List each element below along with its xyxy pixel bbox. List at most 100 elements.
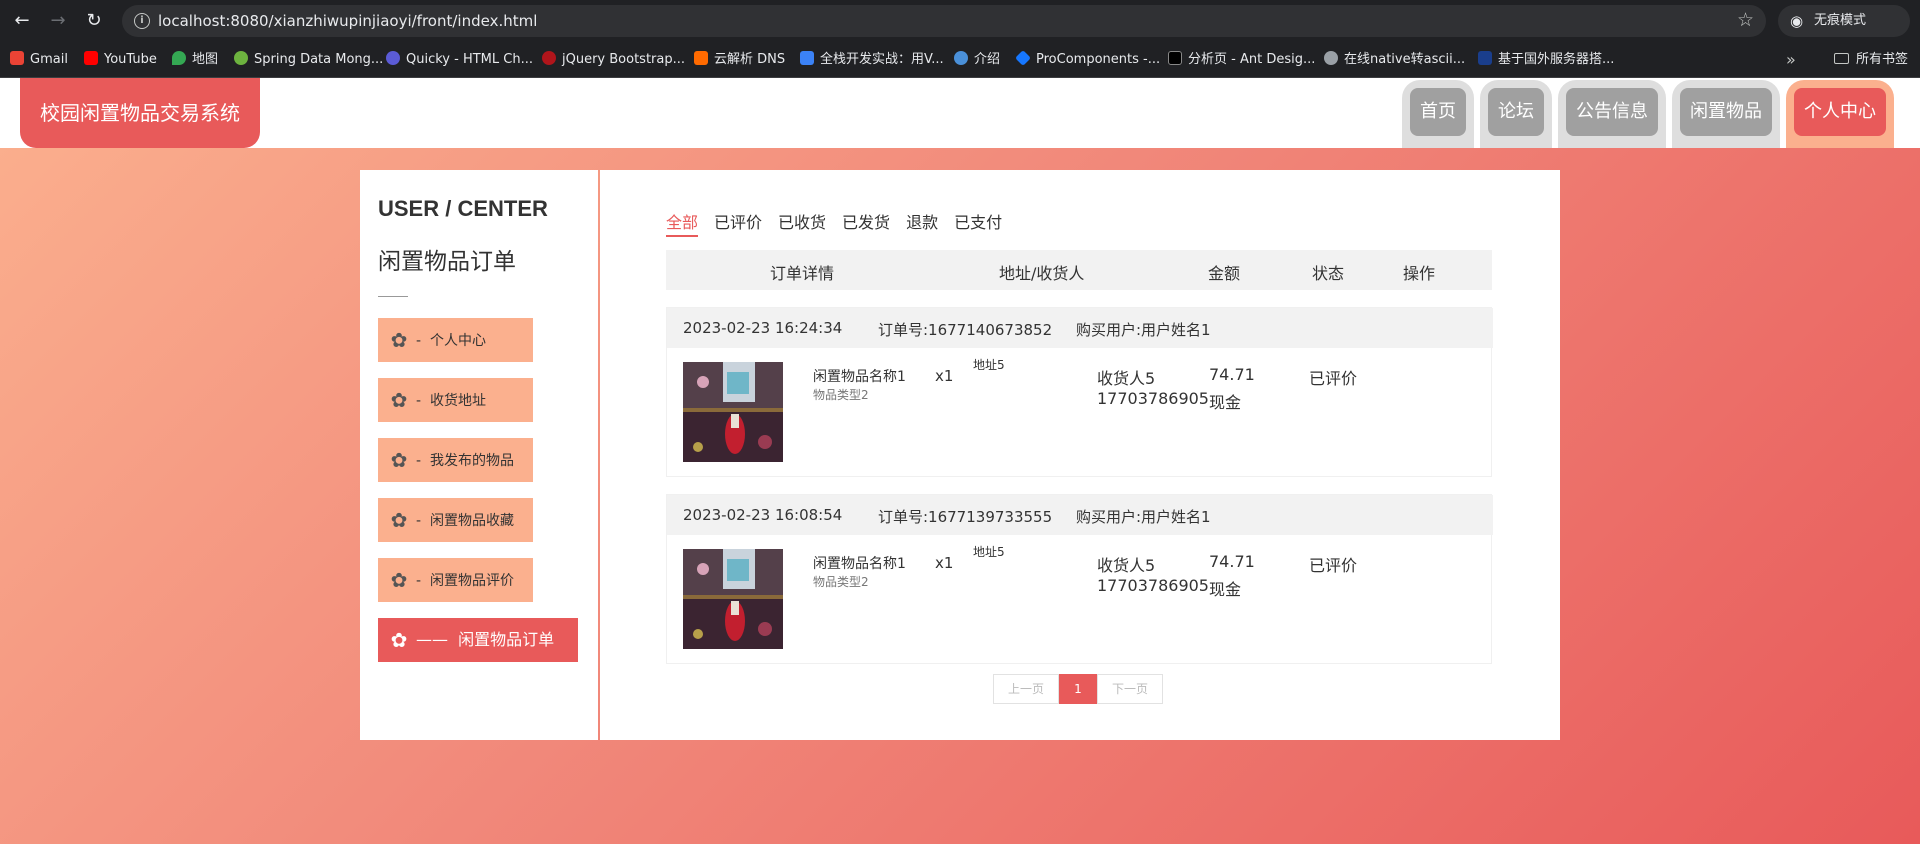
top-nav: 首页 论坛 公告信息 闲置物品 个人中心: [1396, 80, 1894, 148]
col-actions: 操作: [1403, 264, 1436, 283]
bookmark-maps[interactable]: 地图: [172, 50, 218, 70]
pro-icon: [1168, 51, 1182, 65]
bookmark-spring[interactable]: Spring Data Mong...: [234, 50, 383, 70]
sidebar-item-favorites[interactable]: ✿ - 闲置物品收藏: [378, 498, 533, 542]
flame-icon: ✿: [390, 328, 408, 352]
order-card: 2023-02-23 16:08:54 订单号:1677139733555 购买…: [666, 494, 1493, 664]
receiver-name: 收货人5: [1097, 556, 1156, 575]
tab-received[interactable]: 已收货: [778, 209, 826, 237]
sidebar-item-reviews[interactable]: ✿ - 闲置物品评价: [378, 558, 533, 602]
nav-notices[interactable]: 公告信息: [1558, 80, 1666, 148]
sidebar-item-address[interactable]: ✿ - 收货地址: [378, 378, 533, 422]
bookmark-procomponents[interactable]: ProComponents -...: [1015, 50, 1160, 70]
map-pin-icon: [172, 51, 186, 65]
more-bookmarks-icon[interactable]: »: [1786, 50, 1796, 69]
sidebar-menu: ✿ - 个人中心 ✿ - 收货地址 ✿ - 我发布的物品 ✿ - 闲置物品收藏 ✿ - 闲…: [378, 318, 578, 678]
tab-paid[interactable]: 已支付: [954, 209, 1002, 237]
col-address: 地址/收货人: [999, 264, 1085, 283]
order-number: 订单号:1677140673852: [878, 321, 1053, 339]
item-thumbnail[interactable]: [683, 362, 783, 462]
next-page-button[interactable]: 下一页: [1097, 674, 1163, 704]
sidebar-heading-en: USER / CENTER: [378, 196, 548, 221]
item-name[interactable]: 闲置物品名称1: [813, 553, 906, 573]
orders-panel: 全部 已评价 已收货 已发货 退款 已支付 订单详情 地址/收货人 金额 状态 …: [600, 170, 1560, 740]
sidebar-item-my-items[interactable]: ✿ - 我发布的物品: [378, 438, 533, 482]
site-logo-title[interactable]: 校园闲置物品交易系统: [20, 78, 260, 148]
nav-idle-items[interactable]: 闲置物品: [1672, 80, 1780, 148]
prev-page-button[interactable]: 上一页: [993, 674, 1059, 704]
payment-method: 现金: [1209, 580, 1242, 599]
bookmark-native[interactable]: 在线native转ascii...: [1324, 50, 1465, 70]
order-number: 订单号:1677139733555: [878, 508, 1053, 526]
incognito-label: 无痕模式: [1814, 13, 1867, 28]
item-name[interactable]: 闲置物品名称1: [813, 366, 906, 386]
bookmark-analysis[interactable]: 分析页 - Ant Desig...: [1168, 50, 1315, 70]
incognito-indicator[interactable]: ◉ 无痕模式: [1778, 5, 1910, 37]
page-1-button[interactable]: 1: [1059, 674, 1097, 704]
receiver-name: 收货人5: [1097, 369, 1156, 388]
bookmark-dns[interactable]: 云解析 DNS: [694, 50, 785, 70]
item-type: 物品类型2: [813, 388, 869, 402]
bookmark-jquery[interactable]: jQuery Bootstrap...: [542, 50, 685, 70]
folder-icon: [1834, 53, 1849, 64]
receiver-phone: 17703786905: [1097, 389, 1209, 408]
nav-home[interactable]: 首页: [1402, 80, 1474, 148]
order-buyer: 购买用户:用户姓名1: [1076, 321, 1211, 339]
col-status: 状态: [1312, 264, 1345, 283]
col-order-details: 订单详情: [770, 264, 835, 283]
order-status: 已评价: [1309, 556, 1358, 575]
browser-toolbar: ← → ↻ i localhost:8080/xianzhiwupinjiaoy…: [0, 0, 1920, 42]
nav-user-center[interactable]: 个人中心: [1786, 80, 1894, 148]
flame-icon: ✿: [390, 508, 408, 532]
tab-shipped[interactable]: 已发货: [842, 209, 890, 237]
sidebar-item-profile[interactable]: ✿ - 个人中心: [378, 318, 533, 362]
order-amount: 74.71: [1209, 365, 1255, 384]
tab-refund[interactable]: 退款: [906, 209, 938, 237]
tab-all[interactable]: 全部: [666, 209, 699, 237]
site-info-icon[interactable]: i: [134, 13, 150, 29]
page-background: 校园闲置物品交易系统 首页 论坛 公告信息 闲置物品 个人中心 USER / C…: [0, 78, 1920, 844]
sidebar-heading-cn: 闲置物品订单: [378, 249, 516, 275]
procomponents-icon: [1015, 50, 1031, 66]
payment-method: 现金: [1209, 393, 1242, 412]
tab-reviewed[interactable]: 已评价: [714, 209, 762, 237]
bookmark-intro[interactable]: 介绍: [954, 50, 1000, 70]
bookmark-star-icon[interactable]: ☆: [1737, 9, 1754, 31]
pagination: 上一页 1 下一页: [993, 674, 1163, 704]
orders-table-header: 订单详情 地址/收货人 金额 状态 操作: [666, 250, 1492, 290]
address-bar[interactable]: i localhost:8080/xianzhiwupinjiaoyi/fron…: [122, 5, 1766, 37]
aliyun-icon: [694, 51, 708, 65]
order-time: 2023-02-23 16:08:54: [683, 506, 843, 524]
all-bookmarks[interactable]: 所有书签: [1834, 50, 1908, 70]
bookmark-server[interactable]: 基于国外服务器搭...: [1478, 50, 1614, 70]
col-amount: 金额: [1208, 264, 1241, 283]
bookmark-gmail[interactable]: Gmail: [10, 50, 68, 70]
user-center-sidebar: USER / CENTER 闲置物品订单 ✿ - 个人中心 ✿ - 收货地址 ✿ - …: [360, 170, 598, 740]
forward-arrow-icon[interactable]: →: [46, 9, 70, 33]
item-type: 物品类型2: [813, 575, 869, 589]
sidebar-item-orders[interactable]: ✿ —— 闲置物品订单: [378, 618, 578, 662]
reload-icon[interactable]: ↻: [82, 9, 106, 33]
intro-icon: [954, 51, 968, 65]
back-arrow-icon[interactable]: ←: [10, 9, 34, 33]
youtube-icon: [84, 51, 98, 65]
bookmark-quicky[interactable]: Quicky - HTML Ch...: [386, 50, 533, 70]
order-buyer: 购买用户:用户姓名1: [1076, 508, 1211, 526]
order-amount: 74.71: [1209, 552, 1255, 571]
nav-forum[interactable]: 论坛: [1480, 80, 1552, 148]
order-status-tabs: 全部 已评价 已收货 已发货 退款 已支付: [666, 209, 1018, 237]
flag-icon: [1478, 51, 1492, 65]
order-time: 2023-02-23 16:24:34: [683, 319, 843, 337]
bookmark-youtube[interactable]: YouTube: [84, 50, 157, 70]
quicky-icon: [386, 51, 400, 65]
order-header: 2023-02-23 16:24:34 订单号:1677140673852 购买…: [667, 308, 1493, 348]
bookmark-fullstack[interactable]: 全栈开发实战：用V...: [800, 50, 944, 70]
item-quantity: x1: [935, 554, 954, 572]
site-header: 校园闲置物品交易系统 首页 论坛 公告信息 闲置物品 个人中心: [0, 78, 1920, 148]
gmail-icon: [10, 51, 24, 65]
incognito-icon: ◉: [1790, 12, 1804, 30]
item-thumbnail[interactable]: [683, 549, 783, 649]
order-address: 地址5: [973, 358, 1005, 372]
url-text[interactable]: localhost:8080/xianzhiwupinjiaoyi/front/…: [158, 12, 537, 30]
jquery-icon: [542, 51, 556, 65]
